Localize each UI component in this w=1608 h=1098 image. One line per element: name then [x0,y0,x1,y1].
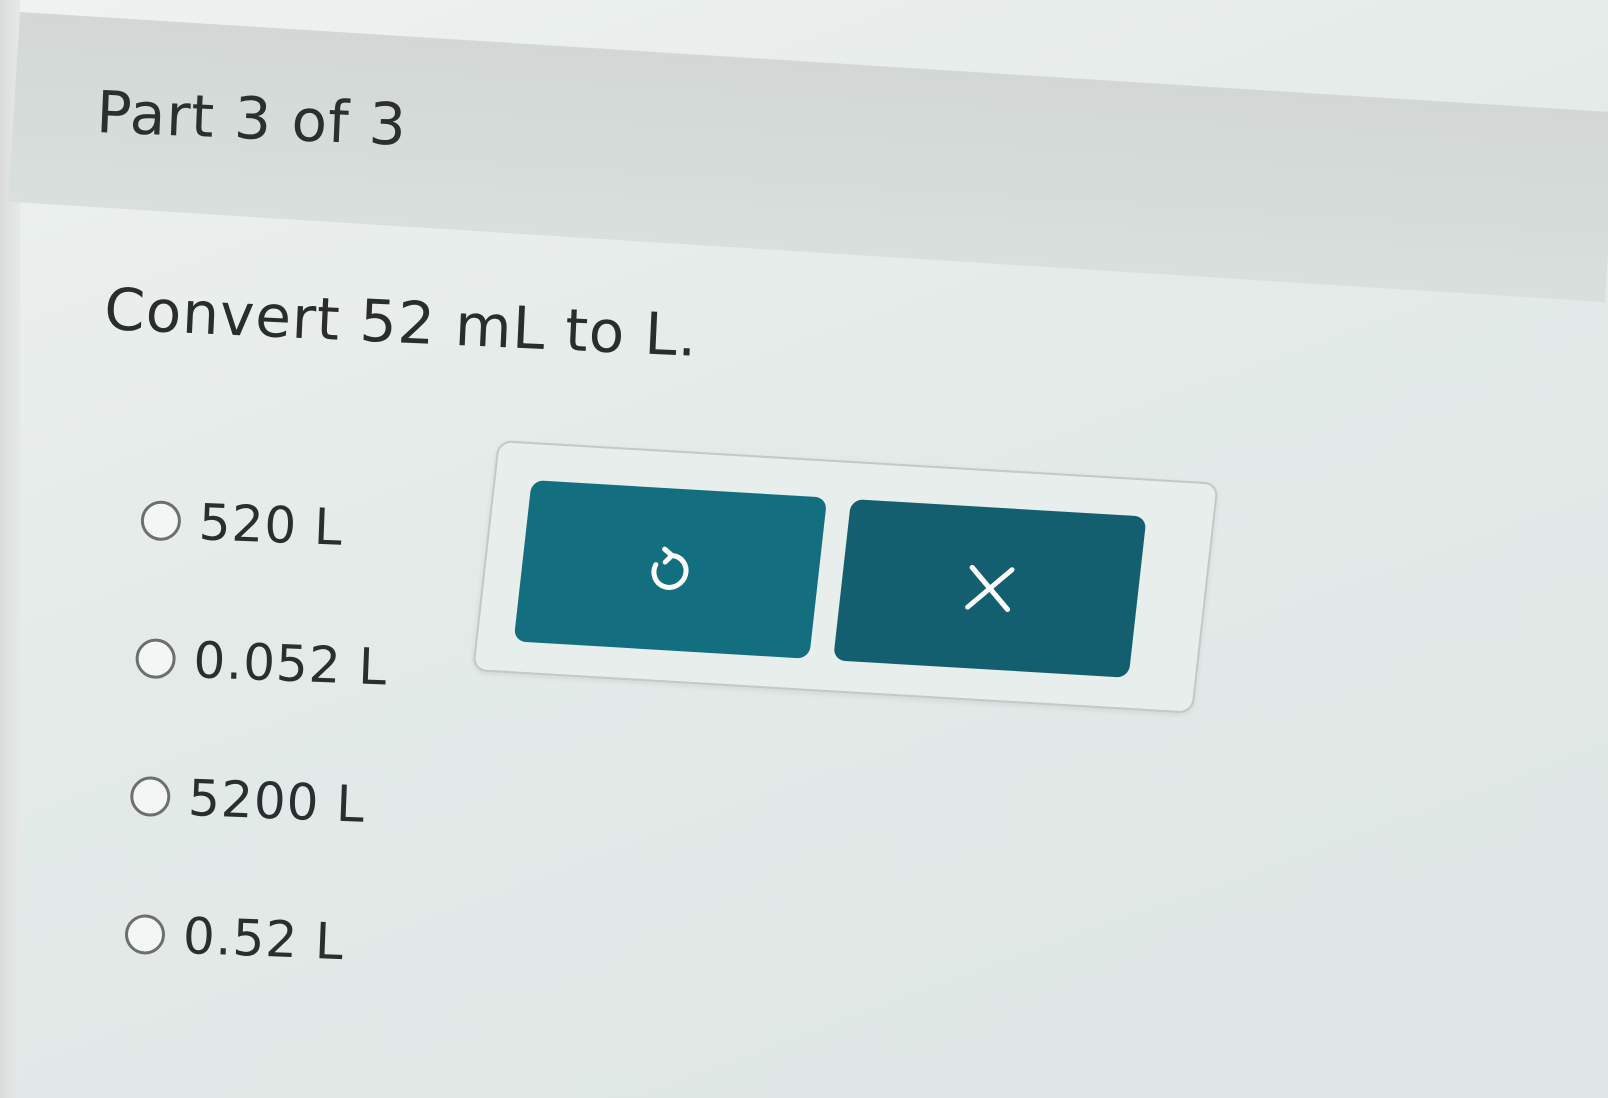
part-header [8,12,1608,303]
clear-button[interactable] [833,499,1147,678]
answer-option[interactable]: 5200 L [129,768,383,834]
option-label: 0.052 L [192,631,389,697]
screen: Part 3 of 3 Convert 52 mL to L. 520 L 0.… [0,0,1608,1098]
option-label: 0.52 L [181,906,346,972]
answer-option[interactable]: 0.52 L [124,906,378,972]
question-prompt: Convert 52 mL to L. [102,275,700,370]
radio-button[interactable] [129,775,172,818]
answer-option[interactable]: 520 L [140,492,394,558]
radio-button[interactable] [134,637,177,680]
part-title: Part 3 of 3 [95,78,409,159]
option-label: 5200 L [187,769,367,834]
answer-option[interactable]: 0.052 L [134,630,389,697]
answer-options: 520 L 0.052 L 5200 L 0.52 L [121,492,394,1053]
radio-button[interactable] [140,499,182,542]
radio-button[interactable] [124,913,166,956]
reset-button[interactable] [513,480,828,659]
option-label: 520 L [197,493,345,557]
undo-icon [637,538,704,601]
close-icon [957,557,1024,620]
action-panel [472,440,1219,714]
